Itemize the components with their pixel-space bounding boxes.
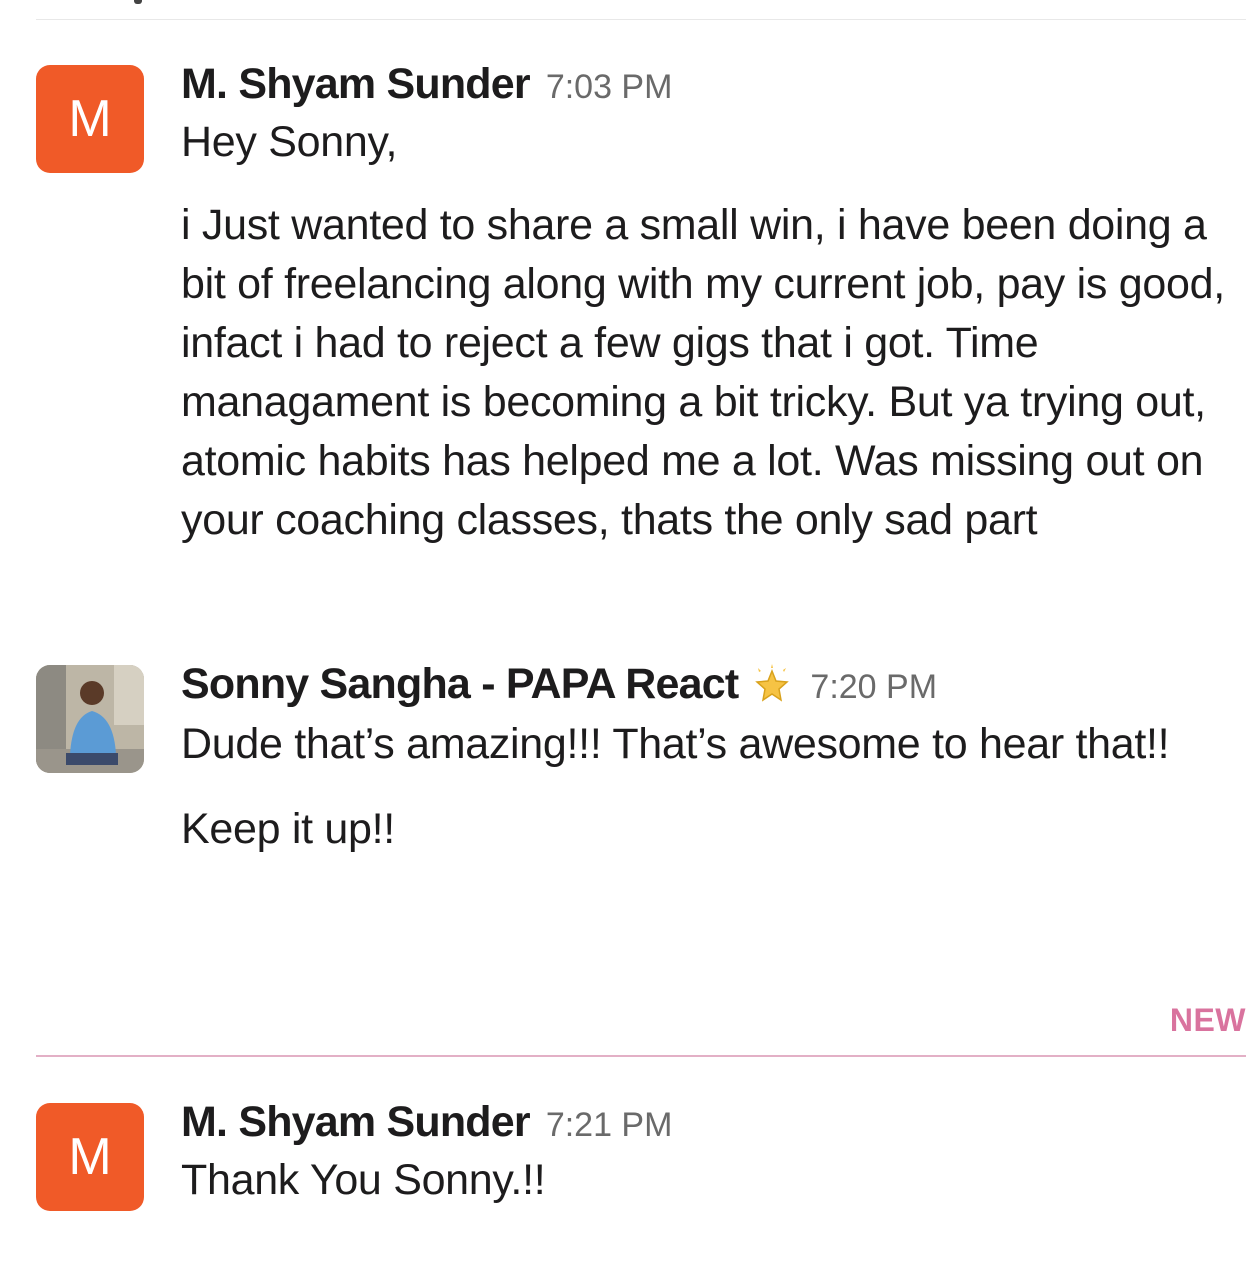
message-content: M. Shyam Sunder 7:03 PM Hey Sonny, i Jus… <box>181 60 1238 550</box>
new-messages-divider <box>36 1055 1246 1057</box>
avatar[interactable]: M <box>36 65 144 173</box>
sparkle-star-icon[interactable] <box>750 663 794 707</box>
message-paragraph: Thank You Sonny.!! <box>181 1156 546 1204</box>
message-body: Hey Sonny, i Just wanted to share a smal… <box>181 113 1238 550</box>
top-divider <box>36 19 1246 20</box>
message-body: Thank You Sonny.!! <box>181 1151 1238 1210</box>
timestamp[interactable]: 7:03 PM <box>546 68 673 107</box>
avatar-photo-icon <box>36 665 144 773</box>
message-paragraph: Keep it up!! <box>181 805 395 853</box>
new-messages-label: NEW <box>1169 1002 1246 1038</box>
message-paragraph: i Just wanted to share a small win, i ha… <box>181 201 1225 544</box>
message-paragraph: Hey Sonny, <box>181 118 398 166</box>
timestamp[interactable]: 7:21 PM <box>546 1106 673 1145</box>
message-header: Sonny Sangha - PAPA React 7:20 PM <box>181 660 1238 709</box>
avatar[interactable] <box>36 665 144 773</box>
sender-name[interactable]: Sonny Sangha - PAPA React <box>181 660 739 709</box>
avatar[interactable]: M <box>36 1103 144 1211</box>
message-paragraph: Dude that’s amazing!!! That’s awesome to… <box>181 720 1170 768</box>
sender-name[interactable]: M. Shyam Sunder <box>181 60 531 109</box>
message-content: M. Shyam Sunder 7:21 PM Thank You Sonny.… <box>181 1098 1238 1210</box>
message-header: M. Shyam Sunder 7:03 PM <box>181 60 1238 109</box>
previous-message-fragment <box>100 0 180 6</box>
message-header: M. Shyam Sunder 7:21 PM <box>181 1098 1238 1147</box>
message-content: Sonny Sangha - PAPA React 7:20 PM Dude t… <box>181 660 1238 859</box>
timestamp[interactable]: 7:20 PM <box>810 668 937 707</box>
sender-name[interactable]: M. Shyam Sunder <box>181 1098 531 1147</box>
message-body: Dude that’s amazing!!! That’s awesome to… <box>181 715 1238 859</box>
